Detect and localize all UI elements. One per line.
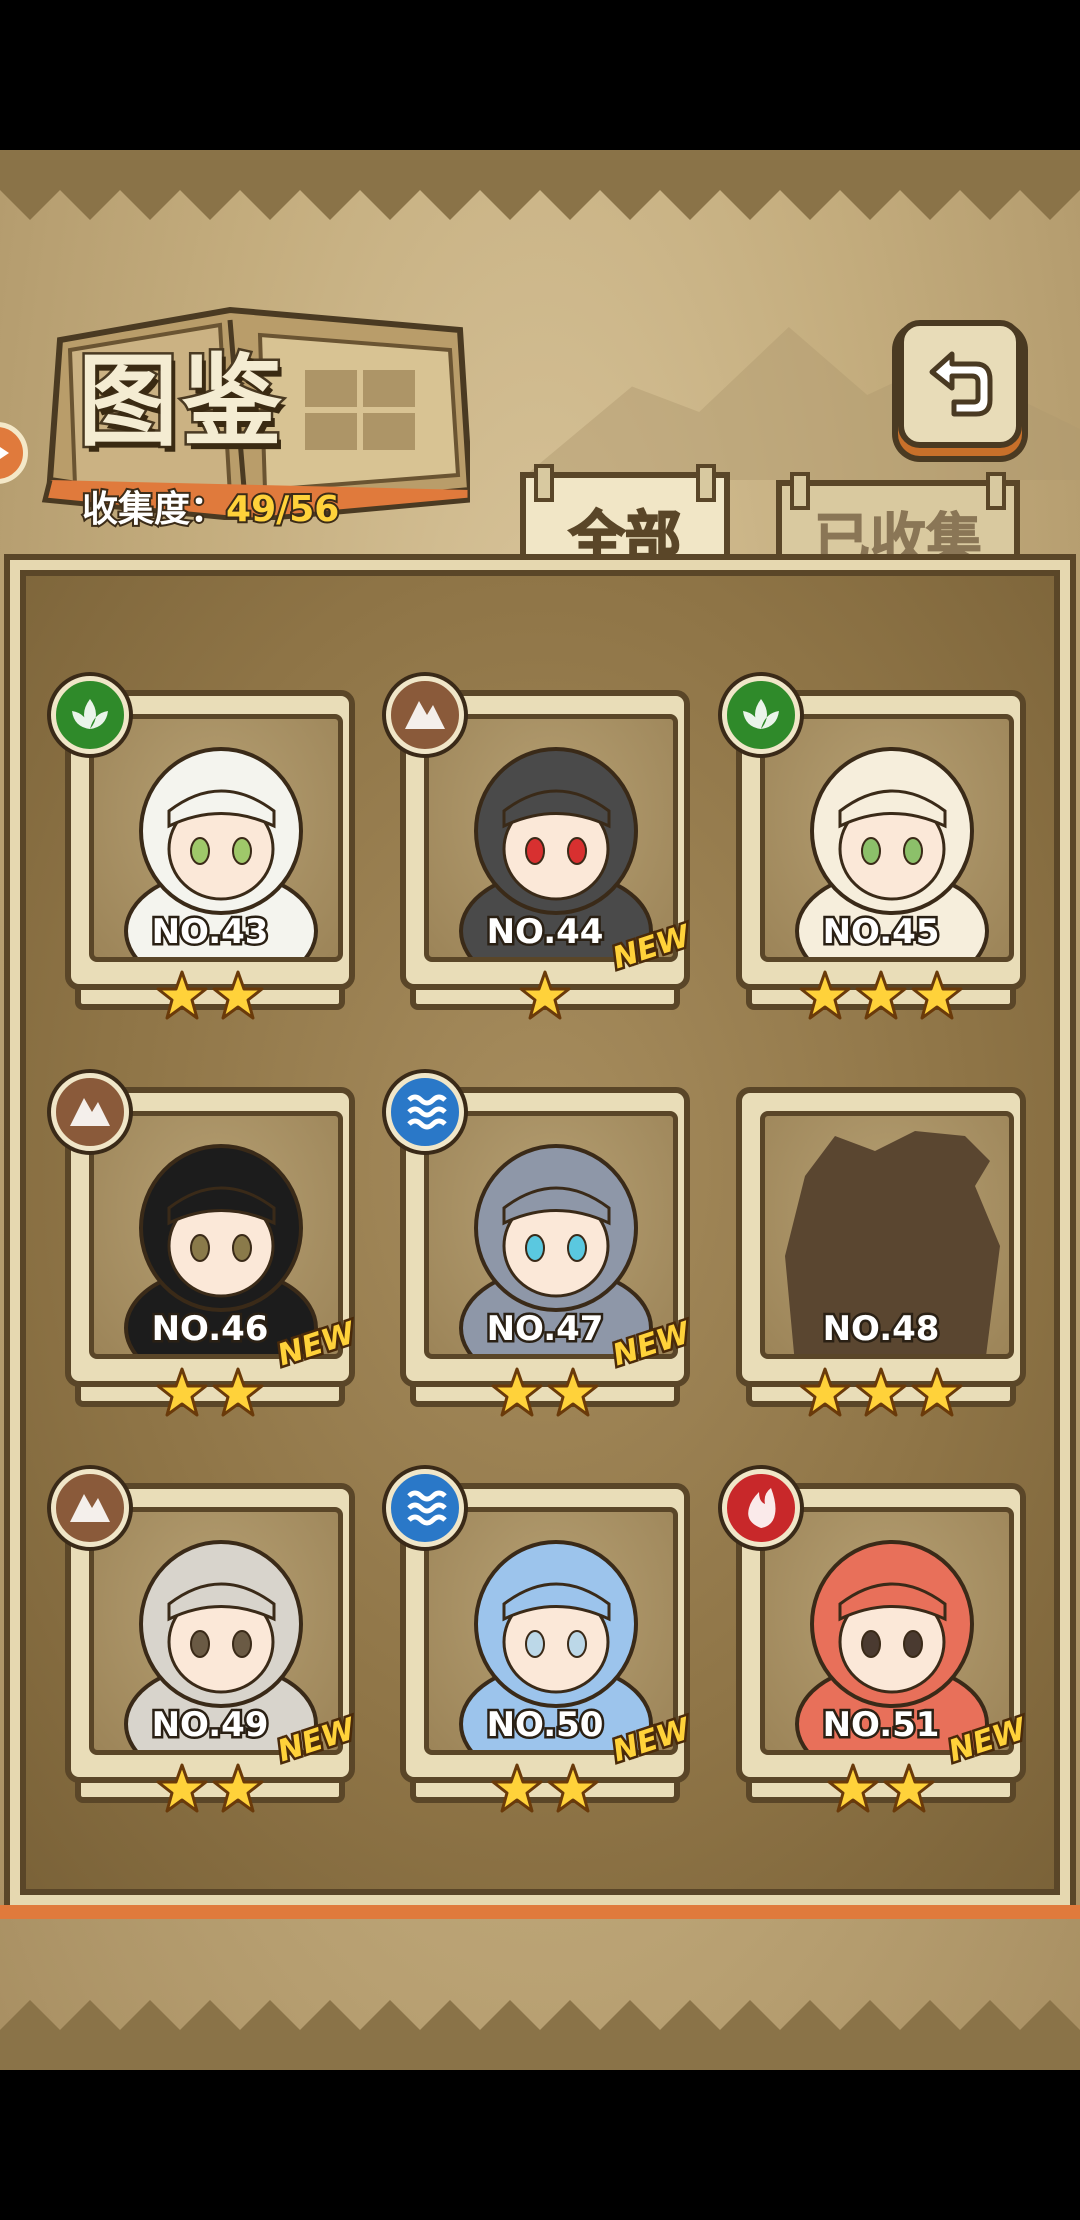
grass-icon — [51, 676, 129, 754]
earth-icon — [51, 1073, 129, 1151]
star-icon — [547, 1763, 599, 1813]
star-rating — [65, 968, 355, 1022]
collection-progress: 收集度：49/56 — [80, 480, 341, 532]
star-icon — [911, 970, 963, 1020]
water-icon — [386, 1073, 464, 1151]
monster-card[interactable]: NO.48 — [736, 1087, 1026, 1427]
star-rating — [400, 968, 690, 1022]
star-icon — [156, 1763, 208, 1813]
water-icon — [386, 1469, 464, 1547]
return-arrow-icon — [929, 351, 993, 417]
star-icon — [799, 970, 851, 1020]
side-arrow-button[interactable] — [0, 422, 28, 484]
monster-card[interactable]: NO.43 — [51, 676, 355, 1030]
monster-card[interactable]: NO.51 NEW — [722, 1469, 1033, 1823]
star-icon — [911, 1367, 963, 1417]
star-rating — [736, 1761, 1026, 1815]
star-icon — [212, 970, 264, 1020]
monster-card[interactable]: NO.44 NEW — [386, 676, 697, 1030]
star-icon — [855, 1367, 907, 1417]
star-icon — [883, 1763, 935, 1813]
back-button[interactable] — [898, 320, 1022, 448]
monster-card[interactable]: NO.46 NEW — [51, 1073, 362, 1427]
earth-icon — [386, 676, 464, 754]
panel-bottom-bar — [0, 1905, 1080, 1919]
star-icon — [547, 1367, 599, 1417]
collection-value: 49/56 — [224, 487, 341, 532]
star-icon — [855, 970, 907, 1020]
star-icon — [491, 1367, 543, 1417]
monster-card[interactable]: NO.49 NEW — [51, 1469, 362, 1823]
collection-label: 收集度： — [80, 487, 228, 532]
page-title: 图鉴 — [76, 341, 286, 463]
star-icon — [156, 970, 208, 1020]
star-rating — [400, 1365, 690, 1419]
tab-post — [696, 464, 716, 502]
star-icon — [799, 1367, 851, 1417]
tab-post — [790, 472, 810, 510]
star-icon — [212, 1763, 264, 1813]
chevron-right-icon — [0, 447, 9, 459]
card-number: NO.45 — [820, 910, 942, 955]
star-icon — [156, 1367, 208, 1417]
star-rating — [736, 1365, 1026, 1419]
tab-post — [986, 472, 1006, 510]
monster-card[interactable]: NO.45 — [722, 676, 1026, 1030]
star-icon — [519, 970, 571, 1020]
zigzag-border-bottom — [0, 2000, 1080, 2070]
game-screen: 图鉴 收集度：49/56 全部 已收集 NO.43 NO.44 NEW NO.4… — [0, 150, 1080, 2070]
grass-icon — [722, 676, 800, 754]
star-rating — [400, 1761, 690, 1815]
zigzag-border-top — [0, 150, 1080, 220]
star-icon — [212, 1367, 264, 1417]
card-number: NO.48 — [820, 1307, 942, 1352]
fire-icon — [722, 1469, 800, 1547]
star-rating — [65, 1761, 355, 1815]
card-number: NO.43 — [149, 910, 271, 955]
star-rating — [65, 1365, 355, 1419]
monster-card[interactable]: NO.50 NEW — [386, 1469, 697, 1823]
star-rating — [736, 968, 1026, 1022]
earth-icon — [51, 1469, 129, 1547]
star-icon — [827, 1763, 879, 1813]
tab-post — [534, 464, 554, 502]
star-icon — [491, 1763, 543, 1813]
monster-card[interactable]: NO.47 NEW — [386, 1073, 697, 1427]
